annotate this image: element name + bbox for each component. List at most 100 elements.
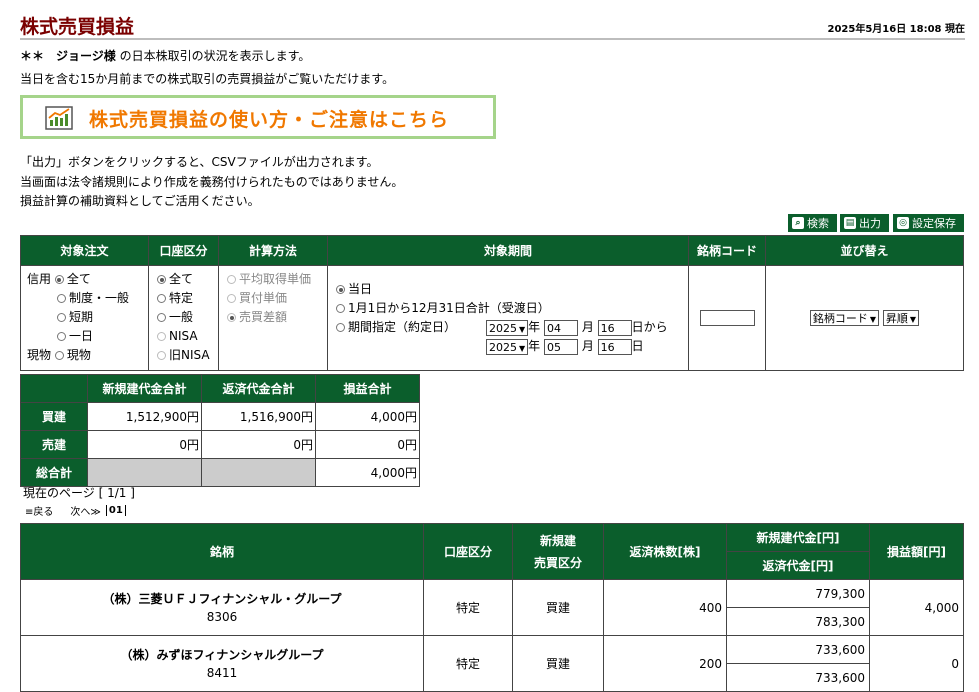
radio-icon[interactable] (157, 294, 166, 303)
radio-icon[interactable] (54, 351, 64, 360)
output-button[interactable]: ▤ 出力 (840, 214, 889, 232)
sort-filter-cell: 銘柄コード ▼ 昇順 ▼ (765, 265, 964, 371)
radio-icon (227, 313, 236, 322)
radio-icon[interactable] (157, 313, 166, 322)
radio-icon[interactable] (57, 294, 66, 303)
summary-new-total: 0円 (87, 430, 202, 459)
qty-cell: 400 (603, 579, 727, 636)
year-unit: 年 (528, 339, 541, 353)
sort-order-select[interactable]: 昇順 ▼ (882, 310, 920, 326)
filter-header-calc: 計算方法 (218, 235, 328, 266)
repay-amount-cell: 783,300 (726, 607, 870, 636)
save-settings-button[interactable]: ◎ 設定保存 (893, 214, 964, 232)
chevron-down-icon: ▼ (909, 315, 917, 324)
option-label: 1月1日から12月31日合計（受渡日） (348, 301, 550, 315)
to-month-input[interactable]: 05 (544, 338, 578, 355)
save-settings-label: 設定保存 (912, 217, 956, 230)
account-option-old-nisa: 旧NISA (157, 346, 214, 365)
order-option-short[interactable]: 短期 (27, 308, 144, 327)
stock-code: 8306 (206, 609, 238, 624)
summary-row-label: 総合計 (20, 458, 88, 487)
qty-cell: 200 (603, 635, 727, 692)
from-year-select[interactable]: 2025 ▼ (486, 319, 529, 336)
stock-code: 8411 (206, 665, 238, 680)
option-label: 買付単価 (239, 291, 288, 305)
page-number-1[interactable]: 01 (105, 505, 126, 516)
option-label: 全て (66, 272, 91, 286)
summary-row-sell: 売建 0円 0円 0円 (20, 430, 420, 459)
summary-repay-total (201, 458, 316, 487)
account-holder-name: ＊＊ ジョージ様 (20, 49, 116, 63)
output-button-label: 出力 (859, 217, 881, 230)
from-day-input[interactable]: 16 (597, 319, 632, 336)
period-option-today[interactable]: 当日 (336, 280, 684, 299)
to-day-input[interactable]: 16 (597, 338, 632, 355)
pl-cell: 0 (869, 635, 964, 692)
prev-link[interactable]: ≡戻る (25, 503, 53, 518)
account-option-nisa: NISA (157, 327, 214, 346)
month-unit: 月 (581, 339, 594, 353)
to-year-select[interactable]: 2025 ▼ (486, 338, 529, 355)
order-option-all[interactable]: 信用 全て (27, 270, 144, 289)
next-link[interactable]: 次へ≫ (70, 503, 100, 518)
radio-icon[interactable] (336, 285, 345, 294)
chevron-down-icon: ▼ (519, 343, 526, 353)
disc-icon: ◎ (897, 217, 909, 229)
to-suffix: 日 (631, 339, 644, 353)
radio-icon (227, 294, 236, 303)
intro-text: の日本株取引の状況を表示します。 (115, 49, 311, 63)
calc-filter-cell: 平均取得単価 買付単価 売買差額 (218, 265, 328, 371)
option-label: 売買差額 (239, 310, 288, 324)
summary-row-grand: 総合計 4,000円 (20, 458, 420, 487)
stock-code-input[interactable] (699, 310, 755, 326)
repay-amount-cell: 733,600 (726, 663, 870, 692)
search-button[interactable]: ⌕ 検索 (788, 214, 837, 232)
sort-key-select[interactable]: 銘柄コード ▼ (809, 310, 880, 326)
note-usage: 損益計算の補助資料としてご活用ください。 (20, 194, 260, 208)
order-option-spot[interactable]: 現物 現物 (27, 346, 144, 365)
summary-table: 新規建代金合計 返済代金合計 損益合計 買建 1,512,900円 1,516,… (20, 374, 420, 487)
as-of-timestamp: 2025年5月16日 18:08 現在 (827, 24, 966, 35)
filter-header-sort: 並び替え (765, 235, 964, 266)
from-suffix: 日から (631, 320, 668, 334)
from-month-input[interactable]: 04 (544, 319, 578, 336)
sort-order-value: 昇順 (885, 312, 908, 325)
order-option-seido[interactable]: 制度・一般 (27, 289, 144, 308)
radio-icon[interactable] (57, 313, 66, 322)
summary-row-buy: 買建 1,512,900円 1,516,900円 4,000円 (20, 402, 420, 431)
period-to-row: 2025 ▼ 年 05 月 16 日 (336, 337, 684, 356)
chevron-down-icon: ▼ (869, 315, 877, 324)
side-cell: 買建 (512, 635, 604, 692)
summary-pl-total: 4,000円 (315, 402, 420, 431)
result-header-pl: 損益額[円] (869, 523, 964, 580)
radio-icon[interactable] (57, 332, 66, 341)
radio-icon[interactable] (336, 304, 345, 313)
filter-header-period: 対象期間 (327, 235, 689, 266)
radio-icon[interactable] (336, 323, 345, 332)
summary-header-new: 新規建代金合計 (87, 374, 202, 403)
period-option-year-total[interactable]: 1月1日から12月31日合計（受渡日） (336, 299, 684, 318)
from-year-value: 2025 (489, 321, 517, 335)
title-divider (20, 38, 965, 40)
result-header-side: 新規建 売買区分 (512, 523, 604, 580)
stock-name: （株）みずほフィナンシャルグループ (120, 647, 324, 662)
account-option-tokutei[interactable]: 特定 (157, 289, 214, 308)
account-cell: 特定 (423, 635, 513, 692)
summary-pl-total: 0円 (315, 430, 420, 459)
period-option-range[interactable]: 期間指定（約定日） 2025 ▼ 年 04 月 16 日から (336, 318, 684, 337)
summary-new-total: 1,512,900円 (87, 402, 202, 431)
option-label: 現物 (66, 348, 91, 362)
radio-icon[interactable] (54, 275, 64, 284)
account-option-ippan[interactable]: 一般 (157, 308, 214, 327)
pager: ≡戻る 次へ≫ 01 (25, 503, 126, 518)
summary-header-blank (20, 374, 88, 403)
spot-label: 現物 (27, 348, 52, 362)
side-header-line2: 売買区分 (533, 555, 582, 570)
month-unit: 月 (581, 320, 594, 334)
usage-guide-banner[interactable]: 株式売買損益の使い方・ご注意はこちら (20, 95, 496, 139)
radio-icon[interactable] (157, 275, 166, 284)
banner-link-text[interactable]: 株式売買損益の使い方・ご注意はこちら (89, 105, 449, 132)
order-option-oneday[interactable]: 一日 (27, 327, 144, 346)
summary-row-label: 売建 (20, 430, 88, 459)
account-option-all[interactable]: 全て (157, 270, 214, 289)
